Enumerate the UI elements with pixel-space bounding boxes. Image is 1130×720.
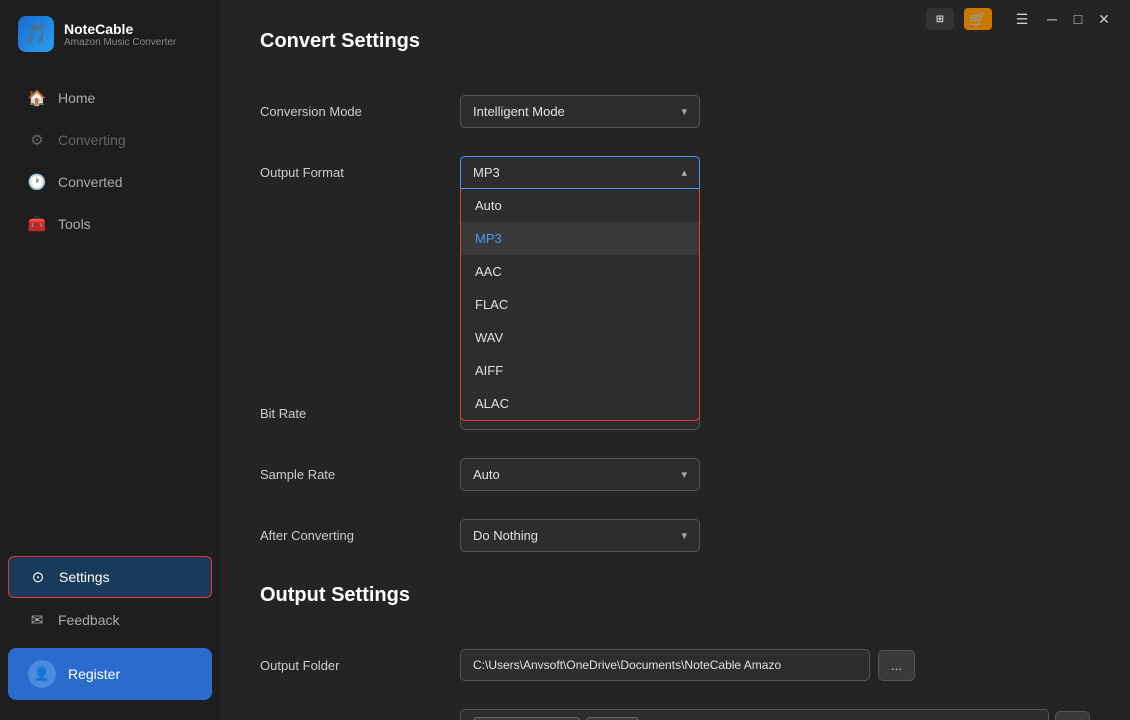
- format-option-mp3[interactable]: MP3: [461, 222, 699, 255]
- sidebar-item-feedback-label: Feedback: [58, 612, 119, 628]
- sidebar-item-tools-label: Tools: [58, 216, 91, 232]
- output-filename-row: Output File Name Track Number ✕ Title ✕ …: [260, 695, 1090, 720]
- sidebar-item-converting[interactable]: ⚙ Converting: [8, 120, 212, 160]
- sidebar: 🎵 NoteCable Amazon Music Converter 🏠 Hom…: [0, 0, 220, 720]
- main-content: Convert Settings Conversion Mode Intelli…: [220, 0, 1130, 720]
- conversion-mode-dropdown[interactable]: Intelligent Mode ▾: [460, 95, 700, 128]
- sample-rate-control: Auto ▾: [460, 458, 1090, 491]
- minimize-button[interactable]: ─: [1042, 8, 1062, 30]
- sidebar-item-feedback[interactable]: ✉ Feedback: [8, 600, 212, 640]
- conversion-mode-arrow: ▾: [681, 105, 687, 118]
- convert-settings-section: Convert Settings Conversion Mode Intelli…: [260, 30, 1090, 566]
- format-option-flac[interactable]: FLAC: [461, 288, 699, 321]
- tools-icon: 🧰: [28, 215, 46, 233]
- sidebar-item-converted-label: Converted: [58, 174, 123, 190]
- convert-settings-grid: Conversion Mode Intelligent Mode ▾ Outpu…: [260, 81, 1090, 566]
- format-option-aac[interactable]: AAC: [461, 255, 699, 288]
- output-folder-label: Output Folder: [260, 658, 440, 673]
- avatar: 👤: [28, 660, 56, 688]
- sample-rate-arrow: ▾: [681, 468, 687, 481]
- sidebar-item-settings-label: Settings: [59, 569, 110, 585]
- sample-rate-value: Auto: [473, 467, 500, 482]
- main-nav: 🏠 Home ⚙ Converting 🕐 Converted 🧰 Tools: [0, 68, 220, 546]
- after-converting-value: Do Nothing: [473, 528, 538, 543]
- sidebar-item-converting-label: Converting: [58, 132, 126, 148]
- after-converting-label: After Converting: [260, 528, 440, 543]
- output-settings-section: Output Settings Output Folder C:\Users\A…: [260, 584, 1090, 720]
- sidebar-item-home[interactable]: 🏠 Home: [8, 78, 212, 118]
- after-converting-arrow: ▾: [681, 529, 687, 542]
- converting-icon: ⚙: [28, 131, 46, 149]
- maximize-button[interactable]: □: [1068, 8, 1088, 30]
- output-folder-row: Output Folder C:\Users\Anvsoft\OneDrive\…: [260, 635, 1090, 695]
- conversion-mode-row: Conversion Mode Intelligent Mode ▾: [260, 81, 1090, 142]
- app-logo: 🎵 NoteCable Amazon Music Converter: [0, 0, 220, 68]
- output-format-label: Output Format: [260, 165, 440, 180]
- register-label: Register: [68, 666, 120, 682]
- sidebar-item-tools[interactable]: 🧰 Tools: [8, 204, 212, 244]
- format-option-alac[interactable]: ALAC: [461, 387, 699, 420]
- output-settings-title: Output Settings: [260, 584, 1090, 607]
- conversion-mode-label: Conversion Mode: [260, 104, 440, 119]
- apps-icon[interactable]: ⊞: [926, 8, 954, 30]
- output-filename-control: Track Number ✕ Title ✕ +: [460, 709, 1090, 720]
- conversion-mode-value: Intelligent Mode: [473, 104, 565, 119]
- logo-icon: 🎵: [18, 16, 54, 52]
- cart-icon[interactable]: 🛒: [964, 8, 992, 30]
- conversion-mode-control: Intelligent Mode ▾: [460, 95, 1090, 128]
- menu-icon[interactable]: ☰: [1008, 8, 1036, 30]
- sidebar-item-settings[interactable]: ⊙ Settings: [8, 556, 212, 598]
- register-button[interactable]: 👤 Register: [8, 648, 212, 700]
- add-tag-button[interactable]: +: [1055, 711, 1090, 720]
- output-format-value: MP3: [473, 165, 500, 180]
- feedback-icon: ✉: [28, 611, 46, 629]
- app-subtitle: Amazon Music Converter: [64, 37, 176, 48]
- bit-rate-label: Bit Rate: [260, 406, 440, 421]
- output-format-control: MP3 ▴ Auto MP3 AAC FLAC WAV AIFF ALAC: [460, 156, 1090, 189]
- output-folder-input[interactable]: C:\Users\Anvsoft\OneDrive\Documents\Note…: [460, 649, 870, 681]
- app-title: NoteCable: [64, 21, 176, 37]
- output-format-menu: Auto MP3 AAC FLAC WAV AIFF ALAC: [460, 189, 700, 421]
- sample-rate-label: Sample Rate: [260, 467, 440, 482]
- after-converting-control: Do Nothing ▾: [460, 519, 1090, 552]
- output-settings-grid: Output Folder C:\Users\Anvsoft\OneDrive\…: [260, 635, 1090, 720]
- home-icon: 🏠: [28, 89, 46, 107]
- output-format-arrow: ▴: [681, 166, 687, 179]
- sidebar-item-home-label: Home: [58, 90, 95, 106]
- sidebar-bottom: ⊙ Settings ✉ Feedback 👤 Register: [0, 546, 220, 720]
- after-converting-row: After Converting Do Nothing ▾: [260, 505, 1090, 566]
- output-format-dropdown[interactable]: MP3 ▴: [460, 156, 700, 189]
- browse-button[interactable]: ...: [878, 650, 915, 681]
- titlebar: ⊞ 🛒 ☰ ─ □ ✕: [910, 0, 1130, 38]
- settings-icon: ⊙: [29, 568, 47, 586]
- close-button[interactable]: ✕: [1094, 8, 1114, 30]
- output-folder-control: C:\Users\Anvsoft\OneDrive\Documents\Note…: [460, 649, 1090, 681]
- filename-container: Track Number ✕ Title ✕: [460, 709, 1049, 720]
- sample-rate-dropdown[interactable]: Auto ▾: [460, 458, 700, 491]
- format-option-aiff[interactable]: AIFF: [461, 354, 699, 387]
- converted-icon: 🕐: [28, 173, 46, 191]
- format-option-auto[interactable]: Auto: [461, 189, 699, 222]
- sidebar-item-converted[interactable]: 🕐 Converted: [8, 162, 212, 202]
- after-converting-dropdown[interactable]: Do Nothing ▾: [460, 519, 700, 552]
- output-format-row: Output Format MP3 ▴ Auto MP3 AAC FLAC WA…: [260, 142, 1090, 203]
- format-option-wav[interactable]: WAV: [461, 321, 699, 354]
- sample-rate-row: Sample Rate Auto ▾: [260, 444, 1090, 505]
